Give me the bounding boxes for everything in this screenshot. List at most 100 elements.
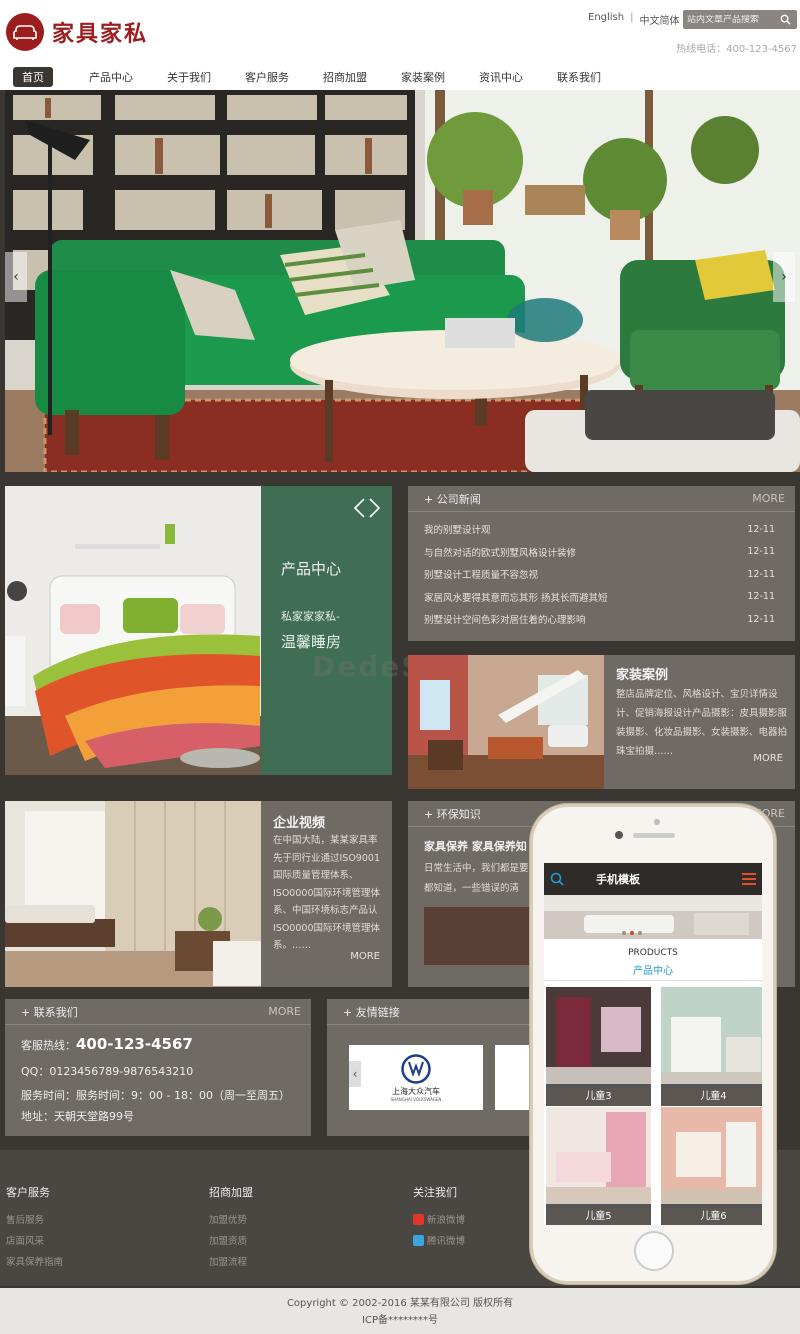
eco-subtitle[interactable]: 家具保养 家具保养知 [424,838,527,854]
search-box [683,10,797,29]
nav-item-about[interactable]: 关于我们 [150,67,228,87]
news-item-date: 12-11 [747,591,775,603]
video-body: 在中国大陆，某某家具率先于同行业通过ISO9001国际质量管理体系、ISO000… [273,835,380,951]
contact-more-link[interactable]: MORE [268,1005,301,1018]
logo[interactable]: 家具家私 [6,13,148,51]
diamond-arrows-icon [352,497,381,519]
contact-hotline: 客服热线： 400-123-4567 [21,1035,193,1053]
copyright-text: Copyright © 2002-2016 某某有限公司 版权所有 [286,1298,514,1309]
footer-col-service: 客户服务 售后服务 店面风采 家具保养指南 [6,1184,63,1275]
icp-text[interactable]: ICP备********号 [0,1312,800,1329]
tencent-weibo-icon [413,1234,424,1246]
menu-icon[interactable] [742,873,756,885]
nav-item-franchise[interactable]: 招商加盟 [306,67,384,87]
phone-home-button[interactable] [634,1231,674,1271]
mobile-product-card[interactable]: 儿童5 [546,1107,651,1225]
news-item-title: 别墅设计工程质量不容忽视 [424,570,539,582]
footer-link[interactable]: 加盟优势 [209,1212,253,1226]
mobile-product-card[interactable]: 儿童3 [546,987,651,1106]
footer-col-title: 关注我们 [413,1186,457,1199]
corporate-video-card[interactable]: 企业视频 在中国大陆，某某家具率先于同行业通过ISO9001国际质量管理体系、I… [261,801,392,987]
news-item-title: 与自然对话的欧式别墅风格设计装修 [424,547,577,559]
news-panel-title: + 公司新闻 [424,492,481,506]
footer-col-franchise: 招商加盟 加盟优势 加盟资质 加盟流程 [209,1184,253,1275]
phone-speaker [633,833,675,838]
links-panel-header: + 友情链接 [327,999,557,1025]
links-prev-button[interactable]: ‹ [349,1061,361,1087]
footer-link[interactable]: 售后服务 [6,1212,63,1226]
news-panel-header: + 公司新闻 MORE [408,486,795,512]
tencent-weibo-link[interactable]: 腾讯微博 [413,1233,465,1247]
vw-name-cn: 上海大众汽车 [392,1086,440,1096]
news-item[interactable]: 别墅设计空间色彩对居住着的心理影响 12-11 [408,608,795,631]
mobile-product-label: 儿童4 [661,1088,762,1106]
search-button[interactable] [775,10,795,29]
lang-chinese-link[interactable]: 中文简体 [639,12,679,27]
copyright-bar: Copyright © 2002-2016 某某有限公司 版权所有 ICP备**… [0,1288,800,1334]
logo-text: 家具家私 [52,21,149,47]
news-more-link[interactable]: MORE [752,492,785,505]
news-item[interactable]: 家居风水要得其意而忘其形 扬其长而避其短 12-11 [408,586,795,609]
phone-screen: 手机模板 PRODUCTS 产品中心 儿童3 儿童4 儿童5 儿童6 [544,863,762,1225]
weibo-link[interactable]: 新浪微博 [413,1212,465,1226]
lang-english-link[interactable]: English [588,12,624,27]
banner-next-button[interactable]: › [773,252,795,302]
news-item[interactable]: 我的别墅设计观 12-11 [408,518,795,541]
banner-prev-button[interactable]: ‹ [5,252,27,302]
lang-divider: | [630,12,634,23]
mobile-product-label: 儿童3 [546,1088,651,1106]
footer-link[interactable]: 家具保养指南 [6,1254,63,1268]
vw-partner-logo[interactable]: 上海大众汽车 SHANGHAI VOLKSWAGEN [349,1045,483,1110]
cases-more-link[interactable]: MORE [753,753,783,764]
eco-thumbnail-image[interactable] [424,907,534,965]
video-more-link[interactable]: MORE [350,951,380,962]
news-item[interactable]: 别墅设计工程质量不容忽视 12-11 [408,563,795,586]
company-news-panel: + 公司新闻 MORE 我的别墅设计观 12-11 与自然对话的欧式别墅风格设计装… [408,486,795,641]
mobile-product-card[interactable]: 儿童4 [661,987,762,1106]
tencent-weibo-label: 腾讯微博 [427,1236,466,1247]
nav-item-service[interactable]: 客户服务 [228,67,306,87]
vw-name-en: SHANGHAI VOLKSWAGEN [390,1096,442,1102]
nav-item-home[interactable]: 首页 [13,67,53,87]
news-item[interactable]: 与自然对话的欧式别墅风格设计装修 12-11 [408,541,795,564]
hotline-label: 客服热线： [21,1039,76,1052]
nav-item-cases[interactable]: 家装案例 [384,67,462,87]
news-item-date: 12-11 [747,568,775,580]
mobile-banner-image[interactable] [544,895,762,939]
phone-camera [654,819,660,825]
footer-link[interactable]: 加盟流程 [209,1254,253,1268]
mobile-product-card[interactable]: 儿童6 [661,1107,762,1225]
chevron-left-icon: ‹ [13,269,19,285]
nav-item-products[interactable]: 产品中心 [72,67,150,87]
contact-address: 地址：天朝天堂路99号 [21,1110,134,1123]
news-item-title: 别墅设计空间色彩对居住着的心理影响 [424,615,586,627]
contact-qq: QQ：0123456789-9876543210 [21,1065,194,1078]
nav-item-contact[interactable]: 联系我们 [540,67,618,87]
case-image[interactable] [408,655,604,789]
nav-item-news[interactable]: 资讯中心 [462,67,540,87]
mobile-divider [544,980,762,981]
weibo-label: 新浪微博 [427,1215,466,1226]
footer-link[interactable]: 店面风采 [6,1233,63,1247]
product-center-line2: 温馨睡房 [281,633,342,651]
bedroom-product-image[interactable] [5,486,261,775]
mobile-products-cn: 产品中心 [633,966,673,977]
home-cases-card[interactable]: 家装案例 整店品牌定位、风格设计、宝贝详情设计、促销海报设计产品摄影：皮具摄影服… [604,655,795,789]
cases-title: 家装案例 [616,668,669,683]
footer-col-title: 客户服务 [6,1186,50,1199]
mobile-product-label: 儿童5 [546,1208,651,1225]
eco-body: 日常生活中，我们都是要家都知道，一些错误的清 [424,863,539,894]
search-icon[interactable] [550,872,564,886]
mobile-product-label: 儿童6 [661,1208,762,1225]
product-center-card[interactable]: 产品中心 私家家家私- 温馨睡房 [261,486,392,775]
footer-col-title: 招商加盟 [209,1186,253,1199]
search-input[interactable] [683,14,775,25]
footer-col-follow: 关注我们 新浪微博 腾讯微博 [413,1184,465,1254]
language-switch: English | 中文简体 [588,12,679,27]
contact-panel-title: + 联系我们 [21,1005,78,1019]
eco-panel-title: + 环保知识 [424,807,481,821]
chevron-right-icon: › [781,269,787,285]
search-icon [780,14,791,25]
footer-link[interactable]: 加盟资质 [209,1233,253,1247]
video-cover-image[interactable] [5,801,261,987]
